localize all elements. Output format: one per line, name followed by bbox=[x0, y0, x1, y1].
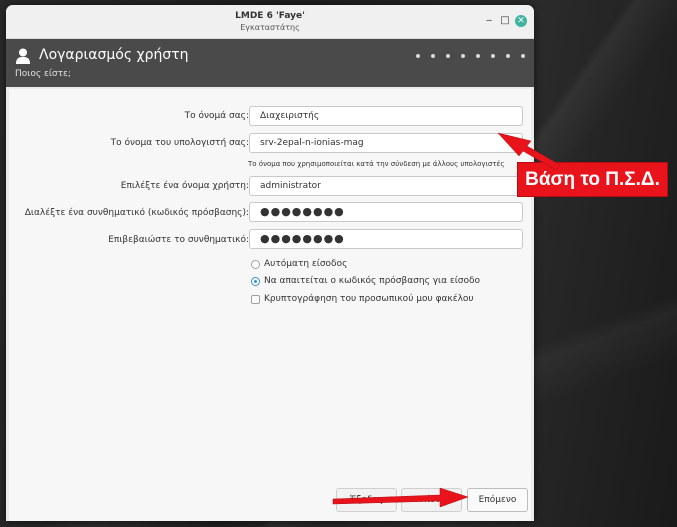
form-area: Το όνομά σας: Διαχειριστής Το όνομα του … bbox=[9, 89, 531, 521]
confirm-password-label: Επιβεβαιώστε το συνθηματικό: bbox=[108, 235, 249, 245]
page-subtitle: Ποιος είστε; bbox=[15, 69, 71, 79]
username-label: Επιλέξτε ένα όνομα χρήστη: bbox=[120, 181, 249, 191]
step-dot bbox=[506, 54, 510, 58]
password-field[interactable]: ●●●●●●●● bbox=[249, 202, 523, 222]
maximize-button[interactable]: □ bbox=[499, 15, 511, 27]
confirm-password-field[interactable]: ●●●●●●●● bbox=[249, 229, 523, 249]
require-password-label: Να απαιτείται ο κωδικός πρόσβασης για εί… bbox=[264, 276, 481, 286]
window-subtitle: Εγκαταστάτης bbox=[240, 23, 300, 32]
back-button[interactable]: Πίσω bbox=[401, 488, 462, 512]
close-button[interactable]: ✕ bbox=[515, 15, 527, 27]
next-button[interactable]: Επόμενο bbox=[467, 488, 528, 512]
window-title: LMDE 6 'Faye' bbox=[235, 11, 305, 21]
require-password-radio[interactable] bbox=[251, 277, 260, 286]
encrypt-home-checkbox[interactable] bbox=[251, 295, 260, 304]
minimize-button[interactable]: ‒ bbox=[483, 15, 495, 27]
page-title: Λογαριασμός χρήστη bbox=[39, 47, 189, 63]
password-label: Διαλέξτε ένα συνθηματικό (κωδικός πρόσβα… bbox=[24, 208, 249, 218]
name-field[interactable]: Διαχειριστής bbox=[249, 106, 523, 126]
step-dot bbox=[431, 54, 435, 58]
annotation-label: Βάση το Π.Σ.Δ. bbox=[518, 163, 667, 196]
autologin-radio[interactable] bbox=[251, 260, 260, 269]
page-header: Λογαριασμός χρήστη Ποιος είστε; bbox=[6, 39, 534, 87]
step-dot bbox=[461, 54, 465, 58]
step-dot bbox=[491, 54, 495, 58]
step-dot bbox=[521, 54, 525, 58]
hostname-hint: Το όνομα που χρησιμοποιείται κατά την σύ… bbox=[248, 160, 505, 168]
hostname-label: Το όνομα του υπολογιστή σας: bbox=[110, 138, 249, 148]
quit-button[interactable]: Έξοδος bbox=[336, 488, 397, 512]
encrypt-home-label: Κρυπτογράφηση του προσωπικού μου φακέλου bbox=[264, 294, 474, 304]
username-field[interactable]: administrator bbox=[249, 176, 523, 196]
autologin-label: Αυτόματη είσοδος bbox=[264, 259, 348, 269]
name-label: Το όνομά σας: bbox=[184, 111, 249, 121]
step-dot bbox=[476, 54, 480, 58]
step-dot bbox=[446, 54, 450, 58]
hostname-field[interactable]: srv-2epal-n-ionias-mag bbox=[249, 133, 523, 153]
title-bar[interactable]: LMDE 6 'Faye' Εγκαταστάτης ‒ □ ✕ bbox=[6, 5, 534, 39]
installer-window: LMDE 6 'Faye' Εγκαταστάτης ‒ □ ✕ Λογαρια… bbox=[6, 5, 534, 521]
step-dot bbox=[416, 54, 420, 58]
user-icon bbox=[16, 48, 30, 64]
